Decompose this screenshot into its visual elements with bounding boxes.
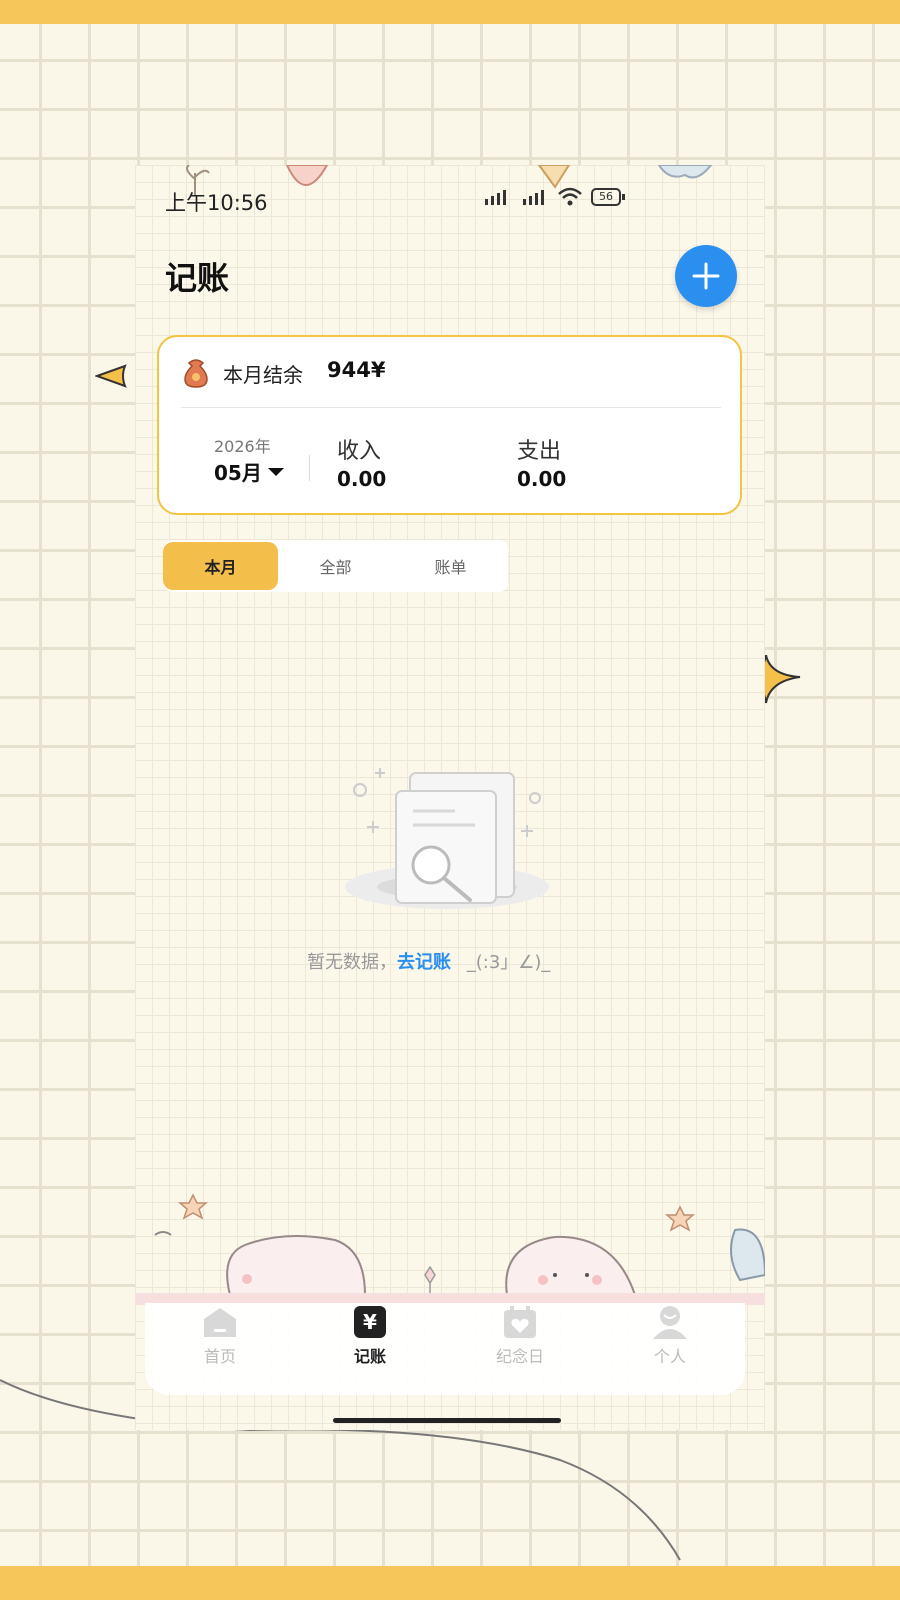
month-divider <box>309 455 310 481</box>
yen-icon: ¥ <box>354 1306 386 1338</box>
nav-bookkeeping[interactable]: ¥ 记账 <box>310 1305 430 1367</box>
person-icon <box>653 1306 687 1339</box>
year-label: 2026年 <box>214 437 271 456</box>
cute-animals-decoration <box>154 1193 765 1300</box>
filter-tabs: 本月 全部 账单 <box>163 540 508 592</box>
bottom-band <box>0 1566 900 1600</box>
home-icon <box>204 1308 236 1337</box>
nav-bookkeeping-label: 记账 <box>353 1347 386 1366</box>
phone-screen: 上午10:56 56 记账 本月结余 944¥ 2026年 05月 收入 0.0… <box>135 165 765 1430</box>
money-bag-icon <box>184 359 208 388</box>
expense-value: 0.00 <box>517 467 567 491</box>
home-indicator[interactable] <box>333 1418 561 1423</box>
battery-icon: 56 <box>591 188 625 206</box>
month-selector[interactable]: 05月 <box>214 457 284 486</box>
plus-icon <box>692 262 720 290</box>
signal-icon <box>485 190 506 205</box>
emoticon: _(:3」∠)_ <box>466 952 551 973</box>
signal-2-icon <box>523 190 544 205</box>
tab-this-month[interactable]: 本月 <box>163 542 278 590</box>
caret-down-icon <box>267 467 284 476</box>
card-divider <box>181 407 721 408</box>
empty-text: 暂无数据， <box>307 952 397 973</box>
page-title: 记账 <box>165 259 230 297</box>
nav-home[interactable]: 首页 <box>160 1305 280 1367</box>
top-band <box>0 0 900 24</box>
empty-state-message: 暂无数据，去记账 _(:3」∠)_ <box>307 948 550 974</box>
add-record-button[interactable] <box>675 245 737 307</box>
go-record-link[interactable]: 去记账 <box>397 952 451 973</box>
sparkle-left-icon <box>95 364 127 388</box>
status-icons: 56 <box>481 187 625 207</box>
battery-level: 56 <box>591 188 621 206</box>
month-label: 05月 <box>214 461 262 485</box>
income-value: 0.00 <box>337 467 387 491</box>
bottom-nav: 首页 ¥ 记账 纪念日 个人 <box>145 1303 745 1395</box>
nav-anniversary-label: 纪念日 <box>495 1347 544 1366</box>
status-time: 上午10:56 <box>165 191 268 215</box>
summary-card: 本月结余 944¥ 2026年 05月 收入 0.00 支出 0.00 <box>157 335 742 515</box>
tab-bills[interactable]: 账单 <box>393 542 508 590</box>
nav-profile[interactable]: 个人 <box>610 1305 730 1367</box>
status-bar: 上午10:56 56 <box>135 165 765 227</box>
svg-text:¥: ¥ <box>363 1310 377 1334</box>
income-label: 收入 <box>337 439 382 464</box>
expense-label: 支出 <box>517 439 562 464</box>
nav-anniversary[interactable]: 纪念日 <box>460 1305 580 1367</box>
nav-home-label: 首页 <box>203 1347 236 1366</box>
calendar-heart-icon <box>504 1306 536 1338</box>
wifi-icon <box>558 187 582 206</box>
nav-profile-label: 个人 <box>653 1347 686 1366</box>
empty-data-illustration <box>345 768 549 909</box>
tab-all[interactable]: 全部 <box>278 542 393 590</box>
balance-label: 本月结余 <box>223 363 303 387</box>
balance-value: 944¥ <box>327 358 386 382</box>
